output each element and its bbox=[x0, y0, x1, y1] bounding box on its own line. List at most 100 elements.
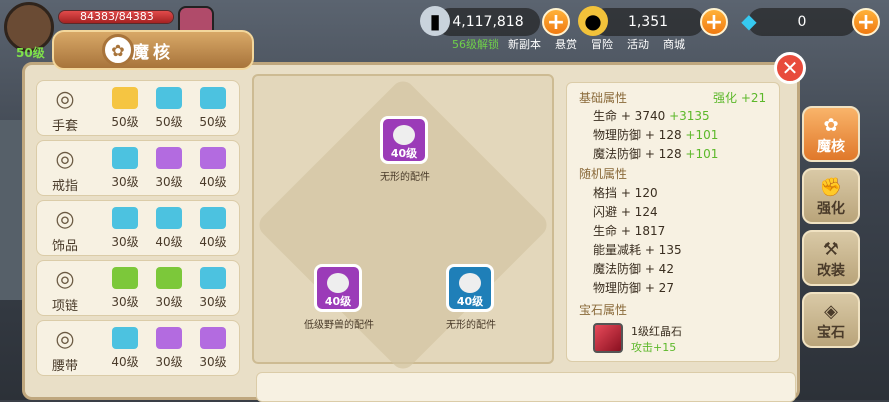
gem-icon bbox=[156, 327, 182, 349]
close-icon[interactable]: ✕ bbox=[774, 52, 806, 84]
base-stat: 生命 + 3740 +3135 bbox=[593, 107, 710, 124]
player-level: 50级 bbox=[16, 46, 45, 60]
gem-slot[interactable]: 30级 bbox=[151, 267, 187, 315]
gem-icon bbox=[112, 87, 138, 109]
gem-slot[interactable]: 50级 bbox=[151, 87, 187, 135]
silver-coin-icon: ▮ bbox=[420, 6, 450, 36]
gem-slot[interactable]: 30级 bbox=[107, 267, 143, 315]
skull-icon bbox=[393, 125, 415, 145]
socket-top[interactable]: 40级 bbox=[380, 116, 428, 164]
earring-icon: ◎ bbox=[55, 206, 75, 232]
gem-slot[interactable]: 40级 bbox=[151, 207, 187, 255]
magic-core-icon: ✿ bbox=[102, 34, 134, 66]
gem-level: 30级 bbox=[155, 175, 183, 189]
gem-slot[interactable]: 30级 bbox=[107, 207, 143, 255]
gem-level: 30级 bbox=[155, 295, 183, 309]
diamond-icon: ◆ bbox=[741, 9, 757, 33]
socket-right-level: 40级 bbox=[456, 295, 484, 308]
gem-level: 30级 bbox=[111, 295, 139, 309]
panel-title: 魔核 bbox=[52, 30, 254, 70]
socket-left-label: 低级野兽的配件 bbox=[304, 320, 374, 331]
gem-slot[interactable]: 30级 bbox=[195, 267, 231, 315]
socket-left[interactable]: 40级 bbox=[314, 264, 362, 312]
gem-icon bbox=[200, 87, 226, 109]
random-stat: 格挡 + 120 bbox=[593, 186, 658, 200]
slot-row[interactable]: ◎ 饰品 30级 40级 40级 bbox=[36, 200, 240, 256]
slot-name: 手套 bbox=[51, 119, 78, 134]
add-diamond-button[interactable]: + bbox=[852, 8, 880, 36]
menu-new-dungeon[interactable]: 新副本 bbox=[508, 36, 541, 52]
gem-slot[interactable]: 50级 bbox=[107, 87, 143, 135]
gem-level: 50级 bbox=[155, 115, 183, 129]
gem-slot[interactable]: 30级 bbox=[195, 327, 231, 375]
add-gold-button[interactable]: + bbox=[700, 8, 728, 36]
gem-icon bbox=[156, 147, 182, 169]
base-stat-label: 魔法防御 + 128 bbox=[593, 147, 682, 161]
gem-attr-title: 宝石属性 bbox=[579, 303, 628, 317]
gem-slot[interactable]: 30级 bbox=[151, 327, 187, 375]
random-stat: 物理防御 + 27 bbox=[593, 281, 674, 295]
base-stat: 物理防御 + 128 +101 bbox=[593, 126, 718, 143]
base-stat-label: 生命 + 3740 bbox=[593, 109, 666, 123]
gem-icon bbox=[112, 327, 138, 349]
gem-icon bbox=[156, 267, 182, 289]
socket-top-level: 40级 bbox=[390, 147, 418, 160]
gem-level: 30级 bbox=[111, 235, 139, 249]
gem-name: 1级红晶石 bbox=[631, 325, 682, 338]
gem-icon bbox=[156, 207, 182, 229]
menu-bounty[interactable]: 悬赏 bbox=[555, 36, 577, 52]
gold-coin-icon: ● bbox=[578, 6, 608, 36]
gem-icon bbox=[200, 267, 226, 289]
slot-row[interactable]: ◎ 手套 50级 50级 50级 bbox=[36, 80, 240, 136]
gem-bonus: 攻击+15 bbox=[631, 341, 677, 354]
random-stat: 能量减耗 + 135 bbox=[593, 243, 682, 257]
gem-icon bbox=[200, 207, 226, 229]
gem-slot[interactable]: 50级 bbox=[195, 87, 231, 135]
silver-counter: 4,117,818 bbox=[436, 8, 540, 36]
gold-counter: 1,351 bbox=[592, 8, 704, 36]
socket-top-label: 无形的配件 bbox=[380, 172, 430, 183]
slot-row[interactable]: ◎ 项链 30级 30级 30级 bbox=[36, 260, 240, 316]
hp-text: 84383/84383 bbox=[80, 10, 154, 23]
tab-enhance[interactable]: ✊ 强化 bbox=[802, 168, 860, 224]
gem-slot[interactable]: 30级 bbox=[107, 147, 143, 195]
menu-adventure[interactable]: 冒险 bbox=[591, 36, 613, 52]
gem-slot[interactable]: 40级 bbox=[107, 327, 143, 375]
slot-row[interactable]: ◎ 腰带 40级 30级 30级 bbox=[36, 320, 240, 376]
gem-level: 50级 bbox=[199, 115, 227, 129]
gem-icon bbox=[200, 147, 226, 169]
gem-icon bbox=[156, 87, 182, 109]
socket-left-level: 40级 bbox=[324, 295, 352, 308]
gem-icon: ◈ bbox=[824, 301, 838, 322]
gem-level: 30级 bbox=[155, 355, 183, 369]
slot-name: 腰带 bbox=[51, 359, 78, 374]
skull-icon bbox=[459, 273, 481, 293]
socket-right-label: 无形的配件 bbox=[446, 320, 496, 331]
red-crystal-icon[interactable] bbox=[593, 323, 623, 353]
tab-label: 宝石 bbox=[817, 325, 845, 341]
base-stat-bonus: +101 bbox=[685, 147, 719, 161]
menu-shop[interactable]: 商城 bbox=[663, 36, 685, 52]
tab-gem[interactable]: ◈ 宝石 bbox=[802, 292, 860, 348]
gem-slot[interactable]: 40级 bbox=[195, 147, 231, 195]
fist-icon: ✊ bbox=[819, 177, 843, 198]
socket-right[interactable]: 40级 bbox=[446, 264, 494, 312]
tab-label: 强化 bbox=[817, 201, 845, 217]
glove-icon: ◎ bbox=[55, 86, 75, 112]
panel-title-text: 魔核 bbox=[132, 42, 174, 63]
gem-level: 40级 bbox=[111, 355, 139, 369]
tab-magic-core[interactable]: ✿ 魔核 bbox=[802, 106, 860, 162]
gem-slot[interactable]: 30级 bbox=[151, 147, 187, 195]
gem-slot[interactable]: 40级 bbox=[195, 207, 231, 255]
tab-modify[interactable]: ⚒ 改装 bbox=[802, 230, 860, 286]
equipment-display: 40级 无形的配件 40级 低级野兽的配件 40级 无形的配件 bbox=[252, 74, 554, 374]
tab-label: 改装 bbox=[817, 263, 845, 279]
skull-icon bbox=[327, 273, 349, 293]
gem-icon bbox=[200, 327, 226, 349]
slot-row[interactable]: ◎ 戒指 30级 30级 40级 bbox=[36, 140, 240, 196]
random-stat: 闪避 + 124 bbox=[593, 205, 658, 219]
gem-level: 40级 bbox=[155, 235, 183, 249]
left-edge-panel bbox=[0, 120, 22, 300]
add-silver-button[interactable]: + bbox=[542, 8, 570, 36]
menu-events[interactable]: 活动 bbox=[627, 36, 649, 52]
